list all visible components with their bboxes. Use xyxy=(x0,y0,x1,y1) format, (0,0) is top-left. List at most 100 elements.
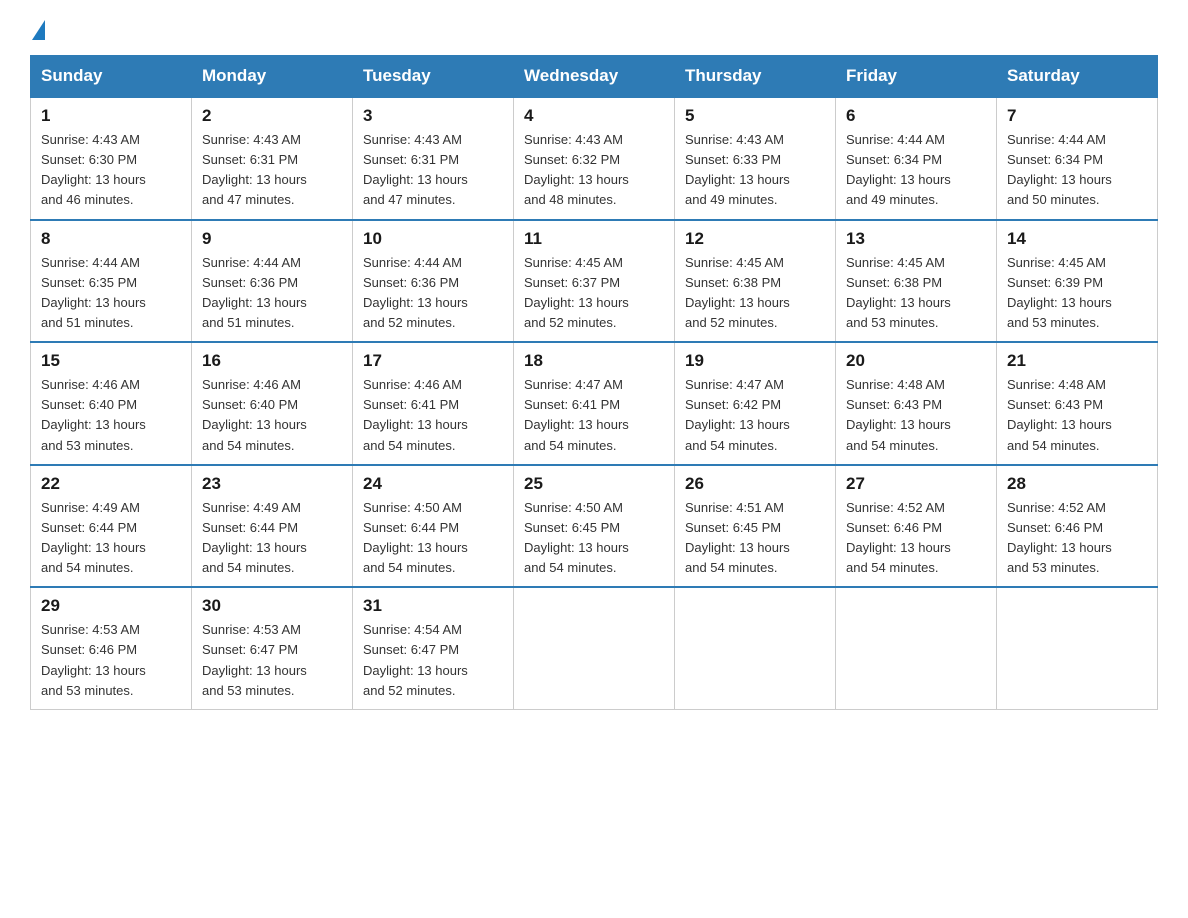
calendar-cell: 29 Sunrise: 4:53 AMSunset: 6:46 PMDayligh… xyxy=(31,587,192,709)
day-info: Sunrise: 4:43 AMSunset: 6:30 PMDaylight:… xyxy=(41,130,181,211)
calendar-cell: 8 Sunrise: 4:44 AMSunset: 6:35 PMDaylight… xyxy=(31,220,192,343)
day-number: 8 xyxy=(41,229,181,249)
calendar-cell: 18Sunrise: 4:47 AMSunset: 6:41 PMDayligh… xyxy=(514,342,675,465)
day-number: 28 xyxy=(1007,474,1147,494)
day-number: 12 xyxy=(685,229,825,249)
calendar-week-row: 22 Sunrise: 4:49 AMSunset: 6:44 PMDayligh… xyxy=(31,465,1158,588)
calendar-week-row: 29 Sunrise: 4:53 AMSunset: 6:46 PMDayligh… xyxy=(31,587,1158,709)
day-info: Sunrise: 4:54 AMSunset: 6:47 PMDaylight:… xyxy=(363,620,503,701)
day-info: Sunrise: 4:46 AMSunset: 6:40 PMDaylight:… xyxy=(202,375,342,456)
calendar-col-header-friday: Friday xyxy=(836,56,997,98)
day-info: Sunrise: 4:48 AMSunset: 6:43 PMDaylight:… xyxy=(846,375,986,456)
day-number: 2 xyxy=(202,106,342,126)
calendar-cell: 24 Sunrise: 4:50 AMSunset: 6:44 PMDayligh… xyxy=(353,465,514,588)
calendar-col-header-thursday: Thursday xyxy=(675,56,836,98)
day-number: 21 xyxy=(1007,351,1147,371)
calendar-cell: 28Sunrise: 4:52 AMSunset: 6:46 PMDayligh… xyxy=(997,465,1158,588)
day-info: Sunrise: 4:45 AMSunset: 6:38 PMDaylight:… xyxy=(685,253,825,334)
day-info: Sunrise: 4:53 AMSunset: 6:46 PMDaylight:… xyxy=(41,620,181,701)
day-info: Sunrise: 4:52 AMSunset: 6:46 PMDaylight:… xyxy=(846,498,986,579)
page-header xyxy=(30,20,1158,37)
day-info: Sunrise: 4:49 AMSunset: 6:44 PMDaylight:… xyxy=(41,498,181,579)
calendar-cell: 1 Sunrise: 4:43 AMSunset: 6:30 PMDaylight… xyxy=(31,97,192,220)
calendar-cell: 14 Sunrise: 4:45 AMSunset: 6:39 PMDayligh… xyxy=(997,220,1158,343)
calendar-cell: 9 Sunrise: 4:44 AMSunset: 6:36 PMDaylight… xyxy=(192,220,353,343)
day-number: 6 xyxy=(846,106,986,126)
day-info: Sunrise: 4:53 AMSunset: 6:47 PMDaylight:… xyxy=(202,620,342,701)
day-info: Sunrise: 4:43 AMSunset: 6:32 PMDaylight:… xyxy=(524,130,664,211)
logo xyxy=(30,20,45,37)
calendar-cell: 11 Sunrise: 4:45 AMSunset: 6:37 PMDayligh… xyxy=(514,220,675,343)
calendar-cell: 21 Sunrise: 4:48 AMSunset: 6:43 PMDayligh… xyxy=(997,342,1158,465)
day-number: 7 xyxy=(1007,106,1147,126)
day-number: 11 xyxy=(524,229,664,249)
day-info: Sunrise: 4:50 AMSunset: 6:44 PMDaylight:… xyxy=(363,498,503,579)
day-number: 5 xyxy=(685,106,825,126)
calendar-cell: 6 Sunrise: 4:44 AMSunset: 6:34 PMDaylight… xyxy=(836,97,997,220)
day-number: 17 xyxy=(363,351,503,371)
calendar-cell: 22 Sunrise: 4:49 AMSunset: 6:44 PMDayligh… xyxy=(31,465,192,588)
day-info: Sunrise: 4:45 AMSunset: 6:38 PMDaylight:… xyxy=(846,253,986,334)
day-number: 14 xyxy=(1007,229,1147,249)
day-info: Sunrise: 4:45 AMSunset: 6:37 PMDaylight:… xyxy=(524,253,664,334)
calendar-cell xyxy=(675,587,836,709)
day-number: 15 xyxy=(41,351,181,371)
calendar-table: SundayMondayTuesdayWednesdayThursdayFrid… xyxy=(30,55,1158,710)
day-info: Sunrise: 4:43 AMSunset: 6:31 PMDaylight:… xyxy=(202,130,342,211)
calendar-header-row: SundayMondayTuesdayWednesdayThursdayFrid… xyxy=(31,56,1158,98)
logo-triangle-icon xyxy=(32,20,45,40)
calendar-header: SundayMondayTuesdayWednesdayThursdayFrid… xyxy=(31,56,1158,98)
calendar-cell: 15 Sunrise: 4:46 AMSunset: 6:40 PMDayligh… xyxy=(31,342,192,465)
day-info: Sunrise: 4:45 AMSunset: 6:39 PMDaylight:… xyxy=(1007,253,1147,334)
day-number: 27 xyxy=(846,474,986,494)
day-number: 13 xyxy=(846,229,986,249)
day-number: 16 xyxy=(202,351,342,371)
day-info: Sunrise: 4:48 AMSunset: 6:43 PMDaylight:… xyxy=(1007,375,1147,456)
day-info: Sunrise: 4:49 AMSunset: 6:44 PMDaylight:… xyxy=(202,498,342,579)
calendar-cell: 27 Sunrise: 4:52 AMSunset: 6:46 PMDayligh… xyxy=(836,465,997,588)
day-number: 4 xyxy=(524,106,664,126)
day-info: Sunrise: 4:44 AMSunset: 6:36 PMDaylight:… xyxy=(202,253,342,334)
day-number: 19 xyxy=(685,351,825,371)
calendar-cell: 25Sunrise: 4:50 AMSunset: 6:45 PMDayligh… xyxy=(514,465,675,588)
day-number: 1 xyxy=(41,106,181,126)
calendar-cell: 30 Sunrise: 4:53 AMSunset: 6:47 PMDayligh… xyxy=(192,587,353,709)
calendar-cell: 31 Sunrise: 4:54 AMSunset: 6:47 PMDayligh… xyxy=(353,587,514,709)
day-number: 31 xyxy=(363,596,503,616)
day-number: 20 xyxy=(846,351,986,371)
day-number: 26 xyxy=(685,474,825,494)
calendar-cell: 17 Sunrise: 4:46 AMSunset: 6:41 PMDayligh… xyxy=(353,342,514,465)
day-info: Sunrise: 4:43 AMSunset: 6:33 PMDaylight:… xyxy=(685,130,825,211)
day-number: 29 xyxy=(41,596,181,616)
day-number: 30 xyxy=(202,596,342,616)
day-info: Sunrise: 4:43 AMSunset: 6:31 PMDaylight:… xyxy=(363,130,503,211)
calendar-cell: 13 Sunrise: 4:45 AMSunset: 6:38 PMDayligh… xyxy=(836,220,997,343)
calendar-col-header-wednesday: Wednesday xyxy=(514,56,675,98)
calendar-body: 1 Sunrise: 4:43 AMSunset: 6:30 PMDaylight… xyxy=(31,97,1158,709)
calendar-week-row: 1 Sunrise: 4:43 AMSunset: 6:30 PMDaylight… xyxy=(31,97,1158,220)
calendar-cell: 3Sunrise: 4:43 AMSunset: 6:31 PMDaylight… xyxy=(353,97,514,220)
day-info: Sunrise: 4:44 AMSunset: 6:35 PMDaylight:… xyxy=(41,253,181,334)
day-info: Sunrise: 4:47 AMSunset: 6:42 PMDaylight:… xyxy=(685,375,825,456)
calendar-cell xyxy=(836,587,997,709)
calendar-cell xyxy=(514,587,675,709)
calendar-cell: 19 Sunrise: 4:47 AMSunset: 6:42 PMDayligh… xyxy=(675,342,836,465)
day-info: Sunrise: 4:46 AMSunset: 6:40 PMDaylight:… xyxy=(41,375,181,456)
calendar-col-header-monday: Monday xyxy=(192,56,353,98)
day-number: 22 xyxy=(41,474,181,494)
day-number: 9 xyxy=(202,229,342,249)
calendar-cell: 16 Sunrise: 4:46 AMSunset: 6:40 PMDayligh… xyxy=(192,342,353,465)
calendar-week-row: 15 Sunrise: 4:46 AMSunset: 6:40 PMDayligh… xyxy=(31,342,1158,465)
day-info: Sunrise: 4:51 AMSunset: 6:45 PMDaylight:… xyxy=(685,498,825,579)
calendar-col-header-saturday: Saturday xyxy=(997,56,1158,98)
calendar-cell: 20 Sunrise: 4:48 AMSunset: 6:43 PMDayligh… xyxy=(836,342,997,465)
day-number: 25 xyxy=(524,474,664,494)
calendar-col-header-sunday: Sunday xyxy=(31,56,192,98)
calendar-cell xyxy=(997,587,1158,709)
day-number: 18 xyxy=(524,351,664,371)
calendar-cell: 2 Sunrise: 4:43 AMSunset: 6:31 PMDaylight… xyxy=(192,97,353,220)
day-number: 24 xyxy=(363,474,503,494)
day-info: Sunrise: 4:44 AMSunset: 6:34 PMDaylight:… xyxy=(1007,130,1147,211)
day-info: Sunrise: 4:46 AMSunset: 6:41 PMDaylight:… xyxy=(363,375,503,456)
day-info: Sunrise: 4:44 AMSunset: 6:34 PMDaylight:… xyxy=(846,130,986,211)
